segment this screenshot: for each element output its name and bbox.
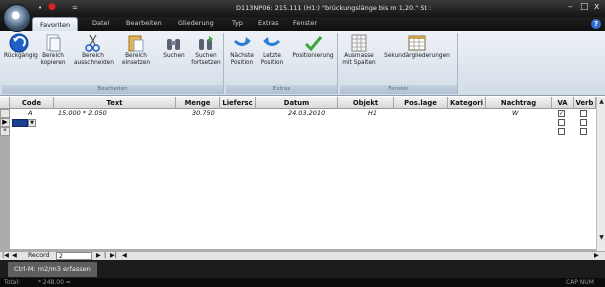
column-header-code[interactable]: Code: [10, 97, 54, 109]
vertical-scrollbar[interactable]: ▲ ▼: [596, 97, 605, 260]
close-button[interactable]: x: [594, 2, 599, 12]
last-arrow-icon: [263, 37, 281, 46]
record-label: Record: [28, 252, 50, 259]
m2-m3-capture-tab[interactable]: Ctrl-M: m2/m3 erfassen: [8, 262, 97, 277]
tab-bearbeiten[interactable]: Bearbeiten: [126, 19, 162, 27]
qat-item[interactable]: •: [38, 4, 42, 12]
column-header-datum[interactable]: Datum: [256, 97, 338, 109]
secondary-outlines-button[interactable]: Sekundärgliederungen: [380, 33, 454, 60]
grid-header: Code Text Menge Liefersc Datum Objekt Po…: [0, 97, 596, 109]
scroll-up-arrow-icon[interactable]: ▲: [597, 97, 605, 106]
grid-body: A 15.000 * 2.050 30.750 24.03.2010 H1 W …: [0, 109, 596, 249]
binoculars-icon: [167, 39, 180, 50]
positioning-button[interactable]: Positionierung: [290, 33, 336, 60]
help-icon[interactable]: ?: [591, 19, 601, 29]
data-grid: Code Text Menge Liefersc Datum Objekt Po…: [0, 97, 605, 260]
binoculars-next-icon: [199, 36, 213, 50]
last-position-button[interactable]: Letzte Position: [258, 33, 286, 67]
code-input-active[interactable]: [12, 119, 28, 127]
column-header-nachtrag[interactable]: Nachtrag: [486, 97, 552, 109]
ribbon-group-label: Extras: [226, 85, 337, 94]
record-navigator: |◀ ◀ Record 2 ▶ | ▶| ◀ ▶: [0, 251, 605, 260]
undo-button[interactable]: Rückgängig: [4, 33, 38, 60]
maximize-button[interactable]: □: [580, 2, 589, 12]
tab-typ[interactable]: Typ: [232, 19, 243, 27]
scroll-left-button[interactable]: ◀: [122, 252, 127, 260]
status-total-value: * 248.00 =: [38, 279, 71, 286]
copy-range-button[interactable]: Bereich kopieren: [40, 33, 66, 67]
title-bar: • ● = D113NP06: 215.111 (H1:) "brückungs…: [0, 0, 605, 17]
status-bar: Total: * 248.00 = CAP NUM: [0, 278, 605, 287]
cut-range-button[interactable]: Bereich ausschneiden: [74, 33, 114, 67]
header-selector: [0, 97, 10, 109]
cell-objekt[interactable]: H1: [368, 109, 377, 118]
column-header-va[interactable]: VA: [552, 97, 574, 109]
application-menu-orb[interactable]: [3, 4, 31, 32]
column-header-text[interactable]: Text: [54, 97, 176, 109]
table-icon: [408, 35, 426, 51]
tab-extras[interactable]: Extras: [258, 19, 279, 27]
column-header-poslage[interactable]: Pos.lage: [394, 97, 448, 109]
column-header-menge[interactable]: Menge: [176, 97, 220, 109]
code-dropdown-arrow[interactable]: ▼: [28, 119, 36, 127]
va-checkbox[interactable]: ✓: [558, 110, 565, 117]
current-row-indicator[interactable]: ▶: [0, 118, 10, 127]
ribbon-group-bearbeiten: Rückgängig Bereich kopieren Bereich auss…: [2, 33, 224, 94]
qat-stop-icon[interactable]: ●: [48, 2, 56, 12]
bottom-tab-bar: Ctrl-M: m2/m3 erfassen: [0, 260, 605, 278]
dimensions-with-columns-button[interactable]: Ausmasse mit Spalten: [342, 33, 376, 67]
record-number-input[interactable]: 2: [56, 252, 92, 260]
minimize-button[interactable]: –: [568, 2, 573, 12]
checkmark-icon: [304, 36, 323, 52]
window-title: D113NP06: 215.111 (H1:) "brückungslänge …: [236, 4, 432, 12]
scissors-icon: [85, 34, 100, 52]
column-header-kategorie[interactable]: Kategori: [448, 97, 486, 109]
new-row-indicator[interactable]: *: [0, 127, 10, 136]
tab-favoriten[interactable]: Favoriten: [32, 17, 79, 31]
next-arrow-icon: [233, 37, 251, 46]
va-checkbox[interactable]: [558, 119, 565, 126]
cell-menge[interactable]: 30.750: [192, 109, 215, 118]
last-record-button[interactable]: ▶|: [110, 252, 117, 260]
prev-record-button[interactable]: ◀: [12, 252, 17, 260]
column-header-lieferschein[interactable]: Liefersc: [220, 97, 256, 109]
tab-gliederung[interactable]: Gliederung: [178, 19, 214, 27]
qat-customize-icon[interactable]: =: [72, 4, 78, 12]
next-position-button[interactable]: Nächste Position: [228, 33, 256, 67]
search-button[interactable]: Suchen: [162, 33, 186, 60]
verb-checkbox[interactable]: [580, 119, 587, 126]
tab-fenster[interactable]: Fenster: [293, 19, 317, 27]
columns-grid-icon: [351, 34, 367, 52]
verb-checkbox[interactable]: [580, 128, 587, 135]
search-next-button[interactable]: Suchen fortsetzen: [190, 33, 222, 67]
copy-icon: [46, 34, 61, 52]
undo-icon: [9, 33, 29, 53]
scroll-right-button[interactable]: ▶: [594, 252, 599, 260]
ribbon-tab-row: Favoriten Datei Bearbeiten Gliederung Ty…: [0, 17, 605, 31]
ribbon-group-label: Fenster: [340, 85, 457, 94]
first-record-button[interactable]: |◀: [2, 252, 9, 260]
status-keyboard-indicators: CAP NUM: [566, 279, 594, 286]
paste-range-button[interactable]: Bereich einsetzen: [120, 33, 152, 67]
cell-code[interactable]: A: [28, 109, 32, 118]
ribbon-group-label: Bearbeiten: [2, 85, 223, 94]
row-selector[interactable]: [0, 109, 10, 118]
paste-icon: [128, 35, 144, 52]
va-checkbox[interactable]: [558, 128, 565, 135]
cell-nachtrag[interactable]: W: [512, 109, 518, 118]
record-separator: |: [104, 252, 107, 259]
ribbon-group-fenster: Ausmasse mit Spalten Sekundärgliederunge…: [340, 33, 458, 94]
cell-datum[interactable]: 24.03.2010: [288, 109, 325, 118]
tab-datei[interactable]: Datei: [92, 19, 109, 27]
ribbon: Rückgängig Bereich kopieren Bereich auss…: [0, 31, 605, 96]
cell-text[interactable]: 15.000 * 2.050: [58, 109, 107, 118]
column-header-verb[interactable]: Verb: [574, 97, 596, 109]
scroll-down-arrow-icon[interactable]: ▼: [597, 233, 605, 242]
ribbon-group-extras: Nächste Position Letzte Position Positio…: [226, 33, 338, 94]
column-header-objekt[interactable]: Objekt: [338, 97, 394, 109]
status-total-label: Total:: [4, 279, 21, 286]
next-record-button[interactable]: ▶: [96, 252, 101, 260]
verb-checkbox[interactable]: [580, 110, 587, 117]
